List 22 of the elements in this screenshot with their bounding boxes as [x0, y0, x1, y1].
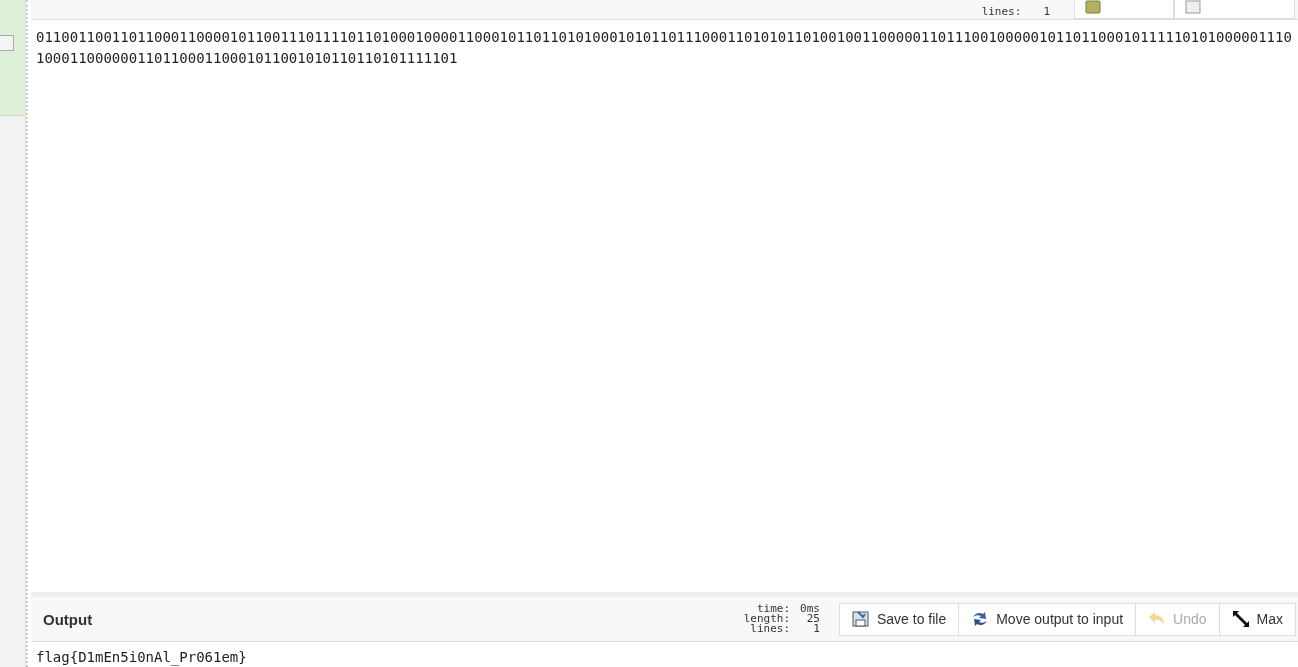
- input-field[interactable]: 01100110011011000110000101100111011110110100010000110001011011010100010101101110001101010110100100110000011011100100000101101100010111110101000001110 10001100000011011000110001011001010110110101111101: [31, 20, 1298, 592]
- stat-label: time:: [756, 604, 791, 614]
- output-text: flag{D1mEn5i0nAl_Pr061em}: [35, 648, 248, 667]
- stat-value: 25: [805, 614, 820, 624]
- stat-label: lines:: [750, 624, 791, 634]
- stat-value: 0ms: [800, 604, 820, 614]
- stat-value: 1: [1043, 6, 1050, 17]
- move-button[interactable]: Move output to input: [958, 602, 1137, 636]
- swap-arrows-icon: [971, 611, 990, 627]
- expand-arrows-icon: [1231, 610, 1250, 628]
- save-button[interactable]: Save to file: [838, 602, 960, 636]
- window-icon: [1185, 0, 1201, 14]
- max-button[interactable]: Max: [1218, 602, 1296, 636]
- stat-label: length:: [743, 614, 791, 624]
- header-button[interactable]: [1074, 0, 1174, 19]
- output-title: Output: [43, 610, 94, 628]
- save-icon: [851, 610, 870, 628]
- resize-handle[interactable]: [0, 35, 14, 51]
- stat-label: lines:: [981, 6, 1022, 17]
- header-button[interactable]: [1174, 0, 1295, 19]
- stat-value: 1: [812, 624, 820, 634]
- undo-arrow-icon: [1148, 611, 1167, 627]
